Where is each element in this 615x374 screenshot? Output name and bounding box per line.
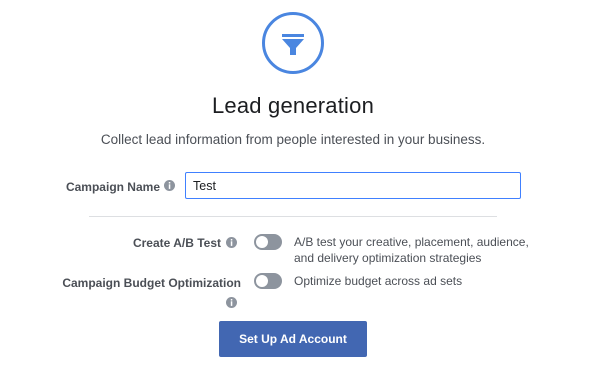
divider [89,216,497,217]
info-icon[interactable] [226,237,237,248]
budget-optimization-label: Campaign Budget Optimization [62,276,241,290]
toggle-knob [256,236,268,248]
funnel-icon [262,12,324,74]
info-icon[interactable] [164,180,175,191]
page-title: Lead generation [211,93,375,118]
set-up-ad-account-button[interactable]: Set Up Ad Account [219,321,367,357]
toggle-knob [256,275,268,287]
page-subtitle: Collect lead information from people int… [100,132,486,147]
campaign-name-label: Campaign Name [65,180,160,194]
ab-test-description: A/B test your creative, placement, audie… [294,234,529,266]
info-icon[interactable] [226,297,237,308]
ab-test-label: Create A/B Test [132,236,221,250]
ab-test-description-line2: and delivery optimization strategies [294,251,482,265]
campaign-name-input[interactable] [185,172,521,199]
ab-test-toggle[interactable] [254,234,282,250]
budget-optimization-description: Optimize budget across ad sets [294,274,463,288]
ab-test-description-line1: A/B test your creative, placement, audie… [294,235,529,249]
budget-optimization-toggle[interactable] [254,273,282,289]
